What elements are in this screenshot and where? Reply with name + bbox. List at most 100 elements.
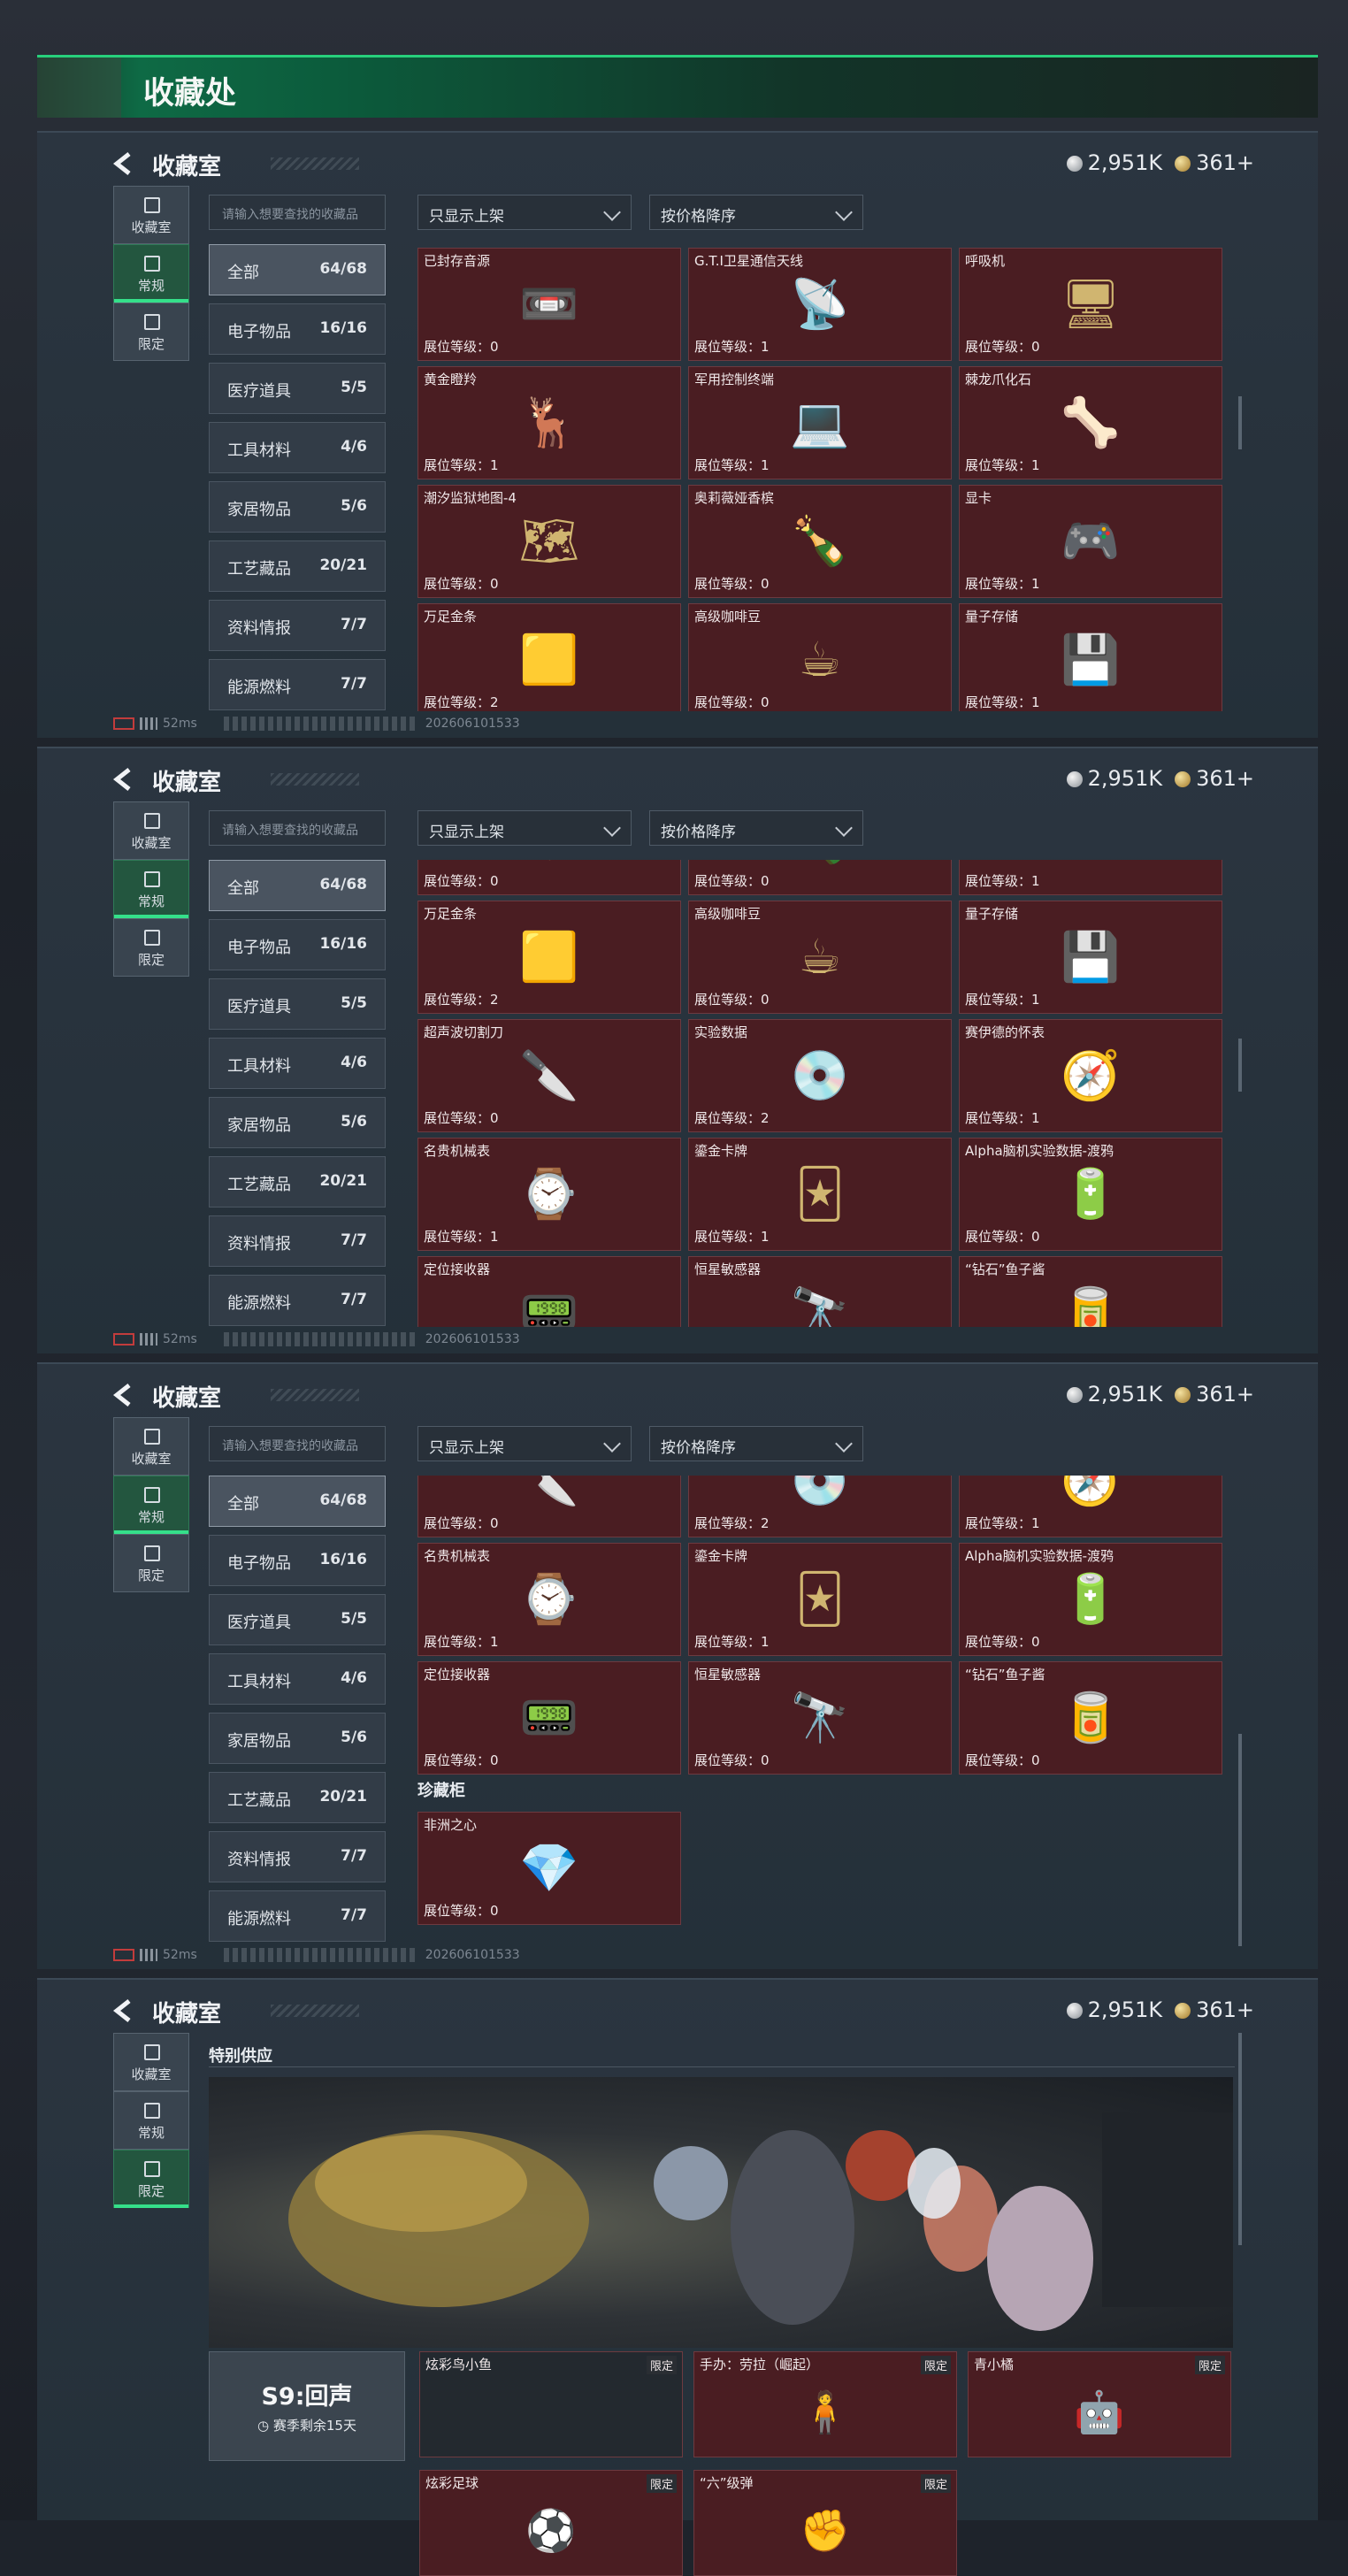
collectible-card[interactable]: 定位接收器📟展位等级：0 xyxy=(417,1256,681,1327)
category-item[interactable]: 全部 64/68 xyxy=(209,1476,386,1527)
collectible-card[interactable]: 实验数据💿展位等级：2 xyxy=(688,1019,952,1132)
side-tab-regular[interactable]: 常规 xyxy=(113,1476,189,1534)
collectible-card[interactable]: 实验数据💿展位等级：2 xyxy=(688,1476,952,1537)
side-tab-limited[interactable]: 限定 xyxy=(113,1534,189,1592)
collectible-card[interactable]: 鎏金卡牌 🃏 展位等级：1 xyxy=(688,1543,952,1656)
category-item[interactable]: 工艺藏品 20/21 xyxy=(209,540,386,592)
side-tab-limited[interactable]: 限定 xyxy=(113,2150,189,2208)
back-button[interactable]: 收藏室 xyxy=(112,147,359,182)
collectible-card[interactable]: 赛伊德的怀表🧭展位等级：1 xyxy=(959,1019,1222,1132)
category-item[interactable]: 资料情报 7/7 xyxy=(209,600,386,651)
side-tab-collection-room[interactable]: 收藏室 xyxy=(113,186,189,244)
collectible-card[interactable]: 恒星敏感器🔭展位等级：0 xyxy=(688,1256,952,1327)
collectible-card[interactable]: 呼吸机 🖥 展位等级：0 xyxy=(959,248,1222,361)
collectible-card[interactable]: 军用控制终端 💻 展位等级：1 xyxy=(688,366,952,479)
category-item[interactable]: 全部 64/68 xyxy=(209,244,386,295)
collectible-card[interactable]: 名贵机械表 ⌚ 展位等级：1 xyxy=(417,1138,681,1251)
special-supply-card[interactable]: 炫彩足球 限定 ⚽ xyxy=(419,2470,683,2576)
side-tab-limited[interactable]: 限定 xyxy=(113,303,189,361)
category-item[interactable]: 工具材料 4/6 xyxy=(209,1653,386,1705)
collectible-card[interactable]: “钻石”鱼子酱🥫展位等级：0 xyxy=(959,1661,1222,1775)
scrollbar[interactable] xyxy=(1238,1734,1242,1946)
special-supply-card[interactable]: 炫彩鸟小鱼 限定 xyxy=(419,2351,683,2457)
collectible-card[interactable]: G.T.I卫星通信天线 📡 展位等级：1 xyxy=(688,248,952,361)
collectible-card[interactable]: Alpha脑机实验数据-渡鸦 🔋 展位等级：0 xyxy=(959,1543,1222,1656)
category-item[interactable]: 医疗道具 5/5 xyxy=(209,363,386,414)
sort-dropdown[interactable]: 按价格降序 xyxy=(649,1426,863,1461)
shelf-filter-dropdown[interactable]: 只显示上架 xyxy=(417,195,632,230)
collectible-card[interactable]: 显卡🎮展位等级：1 xyxy=(959,860,1222,895)
category-item[interactable]: 全部 64/68 xyxy=(209,860,386,911)
side-tab-regular[interactable]: 常规 xyxy=(113,2091,189,2150)
collectible-card[interactable]: 非洲之心 💎 展位等级：0 xyxy=(417,1812,681,1925)
collectible-card[interactable]: 高级咖啡豆 ☕ 展位等级：0 xyxy=(688,603,952,711)
collectible-card[interactable]: 超声波切割刀🔪展位等级：0 xyxy=(417,1476,681,1537)
category-item[interactable]: 医疗道具 5/5 xyxy=(209,978,386,1030)
collectible-card[interactable]: “钻石”鱼子酱🥫展位等级：0 xyxy=(959,1256,1222,1327)
category-item[interactable]: 家居物品 5/6 xyxy=(209,1713,386,1764)
collectible-card[interactable]: 已封存音源 📼 展位等级：0 xyxy=(417,248,681,361)
collectible-card[interactable]: 高级咖啡豆 ☕ 展位等级：0 xyxy=(688,901,952,1014)
special-supply-banner[interactable] xyxy=(209,2077,1233,2348)
collectible-card[interactable]: 潮汐监狱地图-4🗺展位等级：0 xyxy=(417,485,681,598)
category-item[interactable]: 电子物品 16/16 xyxy=(209,1535,386,1586)
category-item[interactable]: 工艺藏品 20/21 xyxy=(209,1156,386,1208)
category-item[interactable]: 电子物品 16/16 xyxy=(209,919,386,970)
sort-dropdown[interactable]: 按价格降序 xyxy=(649,195,863,230)
side-tab-regular[interactable]: 常规 xyxy=(113,244,189,303)
back-button[interactable]: 收藏室 xyxy=(112,1994,359,2029)
collectible-card[interactable]: Alpha脑机实验数据-渡鸦 🔋 展位等级：0 xyxy=(959,1138,1222,1251)
category-item[interactable]: 家居物品 5/6 xyxy=(209,481,386,533)
scrollbar[interactable] xyxy=(1238,2033,1242,2245)
search-input[interactable]: 请输入想要查找的收藏品 xyxy=(209,195,386,230)
collectible-card[interactable]: 量子存储 💾 展位等级：1 xyxy=(959,901,1222,1014)
search-input[interactable]: 请输入想要查找的收藏品 xyxy=(209,810,386,846)
collectible-card[interactable]: 恒星敏感器🔭展位等级：0 xyxy=(688,1661,952,1775)
category-item[interactable]: 工具材料 4/6 xyxy=(209,1038,386,1089)
scrollbar[interactable] xyxy=(1238,1039,1242,1092)
side-tab-collection-room[interactable]: 收藏室 xyxy=(113,801,189,860)
side-tab-collection-room[interactable]: 收藏室 xyxy=(113,1417,189,1476)
scrollbar[interactable] xyxy=(1238,396,1242,449)
collectible-card[interactable]: 显卡🎮展位等级：1 xyxy=(959,485,1222,598)
category-item[interactable]: 电子物品 16/16 xyxy=(209,303,386,355)
collectible-card[interactable]: 潮汐监狱地图-4🗺展位等级：0 xyxy=(417,860,681,895)
collectible-card[interactable]: 万足金条 🟨 展位等级：2 xyxy=(417,603,681,711)
shelf-filter-dropdown[interactable]: 只显示上架 xyxy=(417,1426,632,1461)
collectible-card[interactable]: 赛伊德的怀表🧭展位等级：1 xyxy=(959,1476,1222,1537)
collectible-card[interactable]: 鎏金卡牌 🃏 展位等级：1 xyxy=(688,1138,952,1251)
item-level: 展位等级：1 xyxy=(694,457,770,473)
side-tab-regular[interactable]: 常规 xyxy=(113,860,189,918)
search-input[interactable]: 请输入想要查找的收藏品 xyxy=(209,1426,386,1461)
sort-dropdown[interactable]: 按价格降序 xyxy=(649,810,863,846)
back-button[interactable]: 收藏室 xyxy=(112,763,359,798)
category-item[interactable]: 资料情报 7/7 xyxy=(209,1831,386,1882)
collectible-card[interactable]: 奥莉薇娅香槟🍾展位等级：0 xyxy=(688,485,952,598)
collectible-card[interactable]: 万足金条 🟨 展位等级：2 xyxy=(417,901,681,1014)
category-item[interactable]: 资料情报 7/7 xyxy=(209,1215,386,1267)
special-supply-card[interactable]: 青小橘 限定 🤖 xyxy=(968,2351,1231,2457)
category-item[interactable]: 能源燃料 7/7 xyxy=(209,659,386,710)
category-item[interactable]: 能源燃料 7/7 xyxy=(209,1890,386,1942)
category-item[interactable]: 医疗道具 5/5 xyxy=(209,1594,386,1645)
side-tab-collection-room[interactable]: 收藏室 xyxy=(113,2033,189,2091)
category-item[interactable]: 工艺藏品 20/21 xyxy=(209,1772,386,1823)
side-tab-limited[interactable]: 限定 xyxy=(113,918,189,977)
collectible-card[interactable]: 名贵机械表 ⌚ 展位等级：1 xyxy=(417,1543,681,1656)
collectible-card[interactable]: 量子存储 💾 展位等级：1 xyxy=(959,603,1222,711)
collectible-card[interactable]: 超声波切割刀🔪展位等级：0 xyxy=(417,1019,681,1132)
category-item[interactable]: 工具材料 4/6 xyxy=(209,422,386,473)
shelf-filter-dropdown[interactable]: 只显示上架 xyxy=(417,810,632,846)
side-tab-label: 收藏室 xyxy=(131,835,172,851)
special-supply-card[interactable]: 手办：劳拉（崛起） 限定 🧍 xyxy=(693,2351,957,2457)
back-button[interactable]: 收藏室 xyxy=(112,1378,359,1414)
category-item[interactable]: 家居物品 5/6 xyxy=(209,1097,386,1148)
silver-coin-icon xyxy=(1066,1387,1083,1403)
collectible-card[interactable]: 奥莉薇娅香槟🍾展位等级：0 xyxy=(688,860,952,895)
category-item[interactable]: 能源燃料 7/7 xyxy=(209,1275,386,1326)
special-supply-card[interactable]: “六”级弹 限定 ✊ xyxy=(693,2470,957,2576)
collectible-card[interactable]: 棘龙爪化石 🦴 展位等级：1 xyxy=(959,366,1222,479)
season-card[interactable]: S9:回声 ◷ 赛季剩余15天 xyxy=(209,2351,405,2461)
collectible-card[interactable]: 定位接收器📟展位等级：0 xyxy=(417,1661,681,1775)
collectible-card[interactable]: 黄金瞪羚 🦌 展位等级：1 xyxy=(417,366,681,479)
